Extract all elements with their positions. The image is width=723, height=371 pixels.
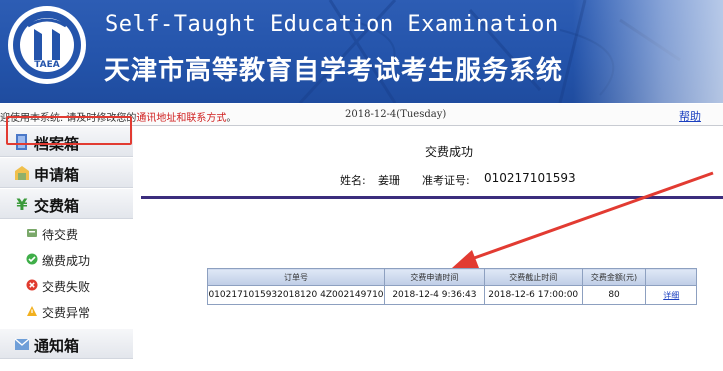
sidebar-item-label: 交费箱: [34, 197, 80, 215]
sidebar: 档案箱 申请箱 ¥ 交费箱 待交费 缴费成功 交费失败 交费异常 通知箱: [0, 127, 133, 371]
sidebar-item-label: 交费异常: [42, 306, 91, 320]
pending-payment-icon: [27, 229, 37, 237]
logo-text: TAEA: [34, 60, 60, 70]
cell-amount: 80: [581, 285, 647, 305]
sidebar-item-application[interactable]: 申请箱: [0, 158, 133, 188]
sidebar-item-payment-failed[interactable]: 交费失败: [0, 272, 133, 298]
title-english: Self-Taught Education Examination: [105, 12, 559, 37]
taea-logo: TAEA: [8, 6, 86, 84]
sidebar-item-pending-payment[interactable]: 待交费: [0, 220, 133, 246]
title-chinese: 天津市高等教育自学考试考生服务系统: [104, 56, 564, 86]
sidebar-item-label: 通知箱: [34, 337, 80, 355]
yen-icon: ¥: [16, 195, 27, 213]
ticket-label: 准考证号:: [422, 174, 470, 187]
page-title: 交费成功: [425, 145, 474, 159]
fail-icon: [26, 279, 38, 291]
payment-table: 订单号 交费申请时间 交费截止时间 交费金额(元) 01021710159320…: [207, 268, 697, 305]
sidebar-item-payment[interactable]: ¥ 交费箱: [0, 189, 133, 219]
sidebar-item-notice[interactable]: 通知箱: [0, 329, 133, 359]
banner-right-fade: [573, 0, 723, 103]
help-link[interactable]: 帮助: [679, 108, 701, 124]
student-name: 姜珊: [378, 174, 400, 187]
table-header-row: 订单号 交费申请时间 交费截止时间 交费金额(元): [207, 268, 697, 286]
warning-icon: [27, 306, 37, 316]
col-header-action: [645, 268, 697, 286]
cell-apply-time: 2018-12-4 9:36:43: [383, 285, 485, 305]
col-header-apply-time: 交费申请时间: [383, 268, 485, 286]
col-header-order-no: 订单号: [207, 268, 385, 286]
sidebar-item-payment-abnormal[interactable]: 交费异常: [0, 298, 133, 324]
ticket-number: 010217101593: [484, 171, 576, 185]
sidebar-item-label: 待交费: [42, 228, 79, 242]
check-icon: [26, 253, 38, 265]
col-header-deadline: 交费截止时间: [483, 268, 583, 286]
sidebar-item-payment-success[interactable]: 缴费成功: [0, 246, 133, 272]
cell-deadline: 2018-12-6 17:00:00: [483, 285, 583, 305]
sidebar-item-label: 缴费成功: [42, 254, 91, 268]
name-label: 姓名:: [340, 174, 366, 187]
contact-info-link[interactable]: 通讯地址和联系方式: [136, 113, 226, 124]
application-icon: [15, 166, 29, 180]
cell-order-no: 0102171015932018120 4Z002149710: [207, 285, 385, 305]
detail-link[interactable]: 详细: [645, 285, 697, 305]
content-divider: [141, 196, 723, 199]
sidebar-item-label: 申请箱: [34, 166, 80, 184]
table-row: 0102171015932018120 4Z002149710 2018-12-…: [207, 285, 697, 305]
highlight-box: [6, 116, 132, 145]
notice-suffix: 。: [226, 113, 237, 124]
mail-icon: [14, 338, 30, 350]
col-header-amount: 交费金额(元): [581, 268, 647, 286]
current-date: 2018-12-4(Tuesday): [345, 109, 447, 120]
svg-text:¥: ¥: [16, 195, 27, 213]
sidebar-item-label: 交费失败: [42, 280, 91, 294]
header-banner: TAEA Self-Taught Education Examination 天…: [0, 0, 723, 103]
